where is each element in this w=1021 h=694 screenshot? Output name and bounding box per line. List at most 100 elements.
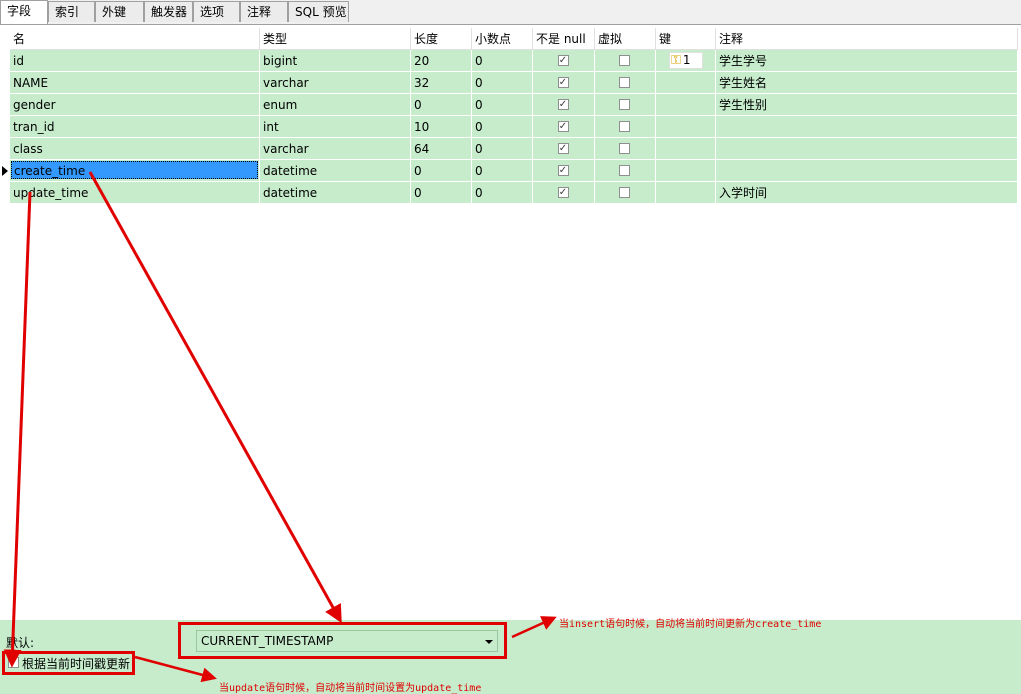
row-indicator[interactable] xyxy=(0,94,10,116)
field-name-text: create_time xyxy=(11,161,258,179)
key-cell[interactable] xyxy=(656,160,716,182)
field-length-cell[interactable]: 20 xyxy=(411,50,472,72)
field-type-cell[interactable]: datetime xyxy=(260,182,411,204)
column-header[interactable]: 类型 xyxy=(260,28,411,50)
virtual-cell[interactable] xyxy=(595,160,656,182)
tab-6[interactable]: SQL 预览 xyxy=(288,1,349,22)
not-null-checkbox[interactable]: ✓ xyxy=(557,121,569,132)
not-null-cell[interactable]: ✓ xyxy=(533,138,595,160)
field-name-cell[interactable]: create_time xyxy=(10,160,260,182)
virtual-checkbox[interactable] xyxy=(619,77,630,88)
field-row[interactable]: create_time datetime 0 0 ✓ xyxy=(0,160,1021,182)
not-null-cell[interactable]: ✓ xyxy=(533,160,595,182)
field-decimals-cell[interactable]: 0 xyxy=(472,138,533,160)
virtual-cell[interactable] xyxy=(595,182,656,204)
virtual-checkbox[interactable] xyxy=(619,165,630,176)
column-header[interactable]: 小数点 xyxy=(472,28,533,50)
field-decimals-cell[interactable]: 0 xyxy=(472,72,533,94)
virtual-cell[interactable] xyxy=(595,116,656,138)
tab-5[interactable]: 注释 xyxy=(240,1,288,22)
column-header[interactable]: 长度 xyxy=(411,28,472,50)
field-length-cell[interactable]: 0 xyxy=(411,94,472,116)
field-decimals-cell[interactable]: 0 xyxy=(472,160,533,182)
row-indicator[interactable] xyxy=(0,182,10,204)
virtual-cell[interactable] xyxy=(595,94,656,116)
column-header[interactable]: 不是 null xyxy=(533,28,595,50)
key-cell[interactable] xyxy=(656,72,716,94)
field-comment-cell[interactable]: 入学时间 xyxy=(716,182,1018,204)
field-row[interactable]: gender enum 0 0 ✓ 学生性别 xyxy=(0,94,1021,116)
field-name-cell[interactable]: gender xyxy=(10,94,260,116)
field-type-cell[interactable]: int xyxy=(260,116,411,138)
field-type-cell[interactable]: enum xyxy=(260,94,411,116)
not-null-cell[interactable]: ✓ xyxy=(533,182,595,204)
field-comment-cell[interactable]: 学生姓名 xyxy=(716,72,1018,94)
key-cell[interactable]: ⚿ 1 xyxy=(656,50,716,72)
not-null-cell[interactable]: ✓ xyxy=(533,94,595,116)
field-name-cell[interactable]: update_time xyxy=(10,182,260,204)
field-name-cell[interactable]: id xyxy=(10,50,260,72)
field-comment-cell[interactable] xyxy=(716,116,1018,138)
key-cell[interactable] xyxy=(656,138,716,160)
column-header[interactable]: 注释 xyxy=(716,28,1018,50)
virtual-checkbox[interactable] xyxy=(619,55,630,66)
virtual-checkbox[interactable] xyxy=(619,121,630,132)
field-decimals-cell[interactable]: 0 xyxy=(472,50,533,72)
row-indicator[interactable] xyxy=(0,138,10,160)
field-type-cell[interactable]: varchar xyxy=(260,72,411,94)
virtual-cell[interactable] xyxy=(595,138,656,160)
field-type-cell[interactable]: datetime xyxy=(260,160,411,182)
field-comment-cell[interactable] xyxy=(716,138,1018,160)
not-null-checkbox[interactable]: ✓ xyxy=(557,55,569,66)
column-header[interactable]: 虚拟 xyxy=(595,28,656,50)
field-row[interactable]: NAME varchar 32 0 ✓ 学生姓名 xyxy=(0,72,1021,94)
field-length-cell[interactable]: 10 xyxy=(411,116,472,138)
not-null-cell[interactable]: ✓ xyxy=(533,116,595,138)
tab-4[interactable]: 选项 xyxy=(193,1,240,22)
tab-0[interactable]: 字段 xyxy=(0,0,48,24)
virtual-checkbox[interactable] xyxy=(619,143,630,154)
field-length-cell[interactable]: 64 xyxy=(411,138,472,160)
field-length-cell[interactable]: 0 xyxy=(411,182,472,204)
not-null-checkbox[interactable]: ✓ xyxy=(557,99,569,110)
field-length-cell[interactable]: 0 xyxy=(411,160,472,182)
field-length-cell[interactable]: 32 xyxy=(411,72,472,94)
field-decimals-cell[interactable]: 0 xyxy=(472,94,533,116)
virtual-checkbox[interactable] xyxy=(619,99,630,110)
tab-3[interactable]: 触发器 xyxy=(144,1,193,22)
not-null-cell[interactable]: ✓ xyxy=(533,50,595,72)
column-header[interactable]: 名 xyxy=(10,28,260,50)
row-indicator[interactable] xyxy=(0,116,10,138)
key-cell[interactable] xyxy=(656,116,716,138)
tab-2[interactable]: 外键 xyxy=(95,1,144,22)
current-row-indicator[interactable] xyxy=(0,160,10,182)
virtual-cell[interactable] xyxy=(595,50,656,72)
field-type-cell[interactable]: varchar xyxy=(260,138,411,160)
tab-1[interactable]: 索引 xyxy=(48,1,95,22)
field-decimals-cell[interactable]: 0 xyxy=(472,116,533,138)
not-null-checkbox[interactable]: ✓ xyxy=(557,187,569,198)
field-name-cell[interactable]: class xyxy=(10,138,260,160)
key-cell[interactable] xyxy=(656,182,716,204)
virtual-cell[interactable] xyxy=(595,72,656,94)
not-null-checkbox[interactable]: ✓ xyxy=(557,77,569,88)
key-cell[interactable] xyxy=(656,94,716,116)
field-name-cell[interactable]: NAME xyxy=(10,72,260,94)
field-name-cell[interactable]: tran_id xyxy=(10,116,260,138)
row-indicator[interactable] xyxy=(0,50,10,72)
field-row[interactable]: id bigint 20 0 ✓ ⚿ 1 学生学号 xyxy=(0,50,1021,72)
field-type-cell[interactable]: bigint xyxy=(260,50,411,72)
not-null-checkbox[interactable]: ✓ xyxy=(557,143,569,154)
not-null-cell[interactable]: ✓ xyxy=(533,72,595,94)
field-comment-cell[interactable] xyxy=(716,160,1018,182)
not-null-checkbox[interactable]: ✓ xyxy=(557,165,569,176)
field-row[interactable]: update_time datetime 0 0 ✓ 入学时间 xyxy=(0,182,1021,204)
field-row[interactable]: class varchar 64 0 ✓ xyxy=(0,138,1021,160)
field-row[interactable]: tran_id int 10 0 ✓ xyxy=(0,116,1021,138)
field-comment-cell[interactable]: 学生性别 xyxy=(716,94,1018,116)
column-header[interactable]: 键 xyxy=(656,28,716,50)
virtual-checkbox[interactable] xyxy=(619,187,630,198)
field-decimals-cell[interactable]: 0 xyxy=(472,182,533,204)
field-comment-cell[interactable]: 学生学号 xyxy=(716,50,1018,72)
row-indicator[interactable] xyxy=(0,72,10,94)
